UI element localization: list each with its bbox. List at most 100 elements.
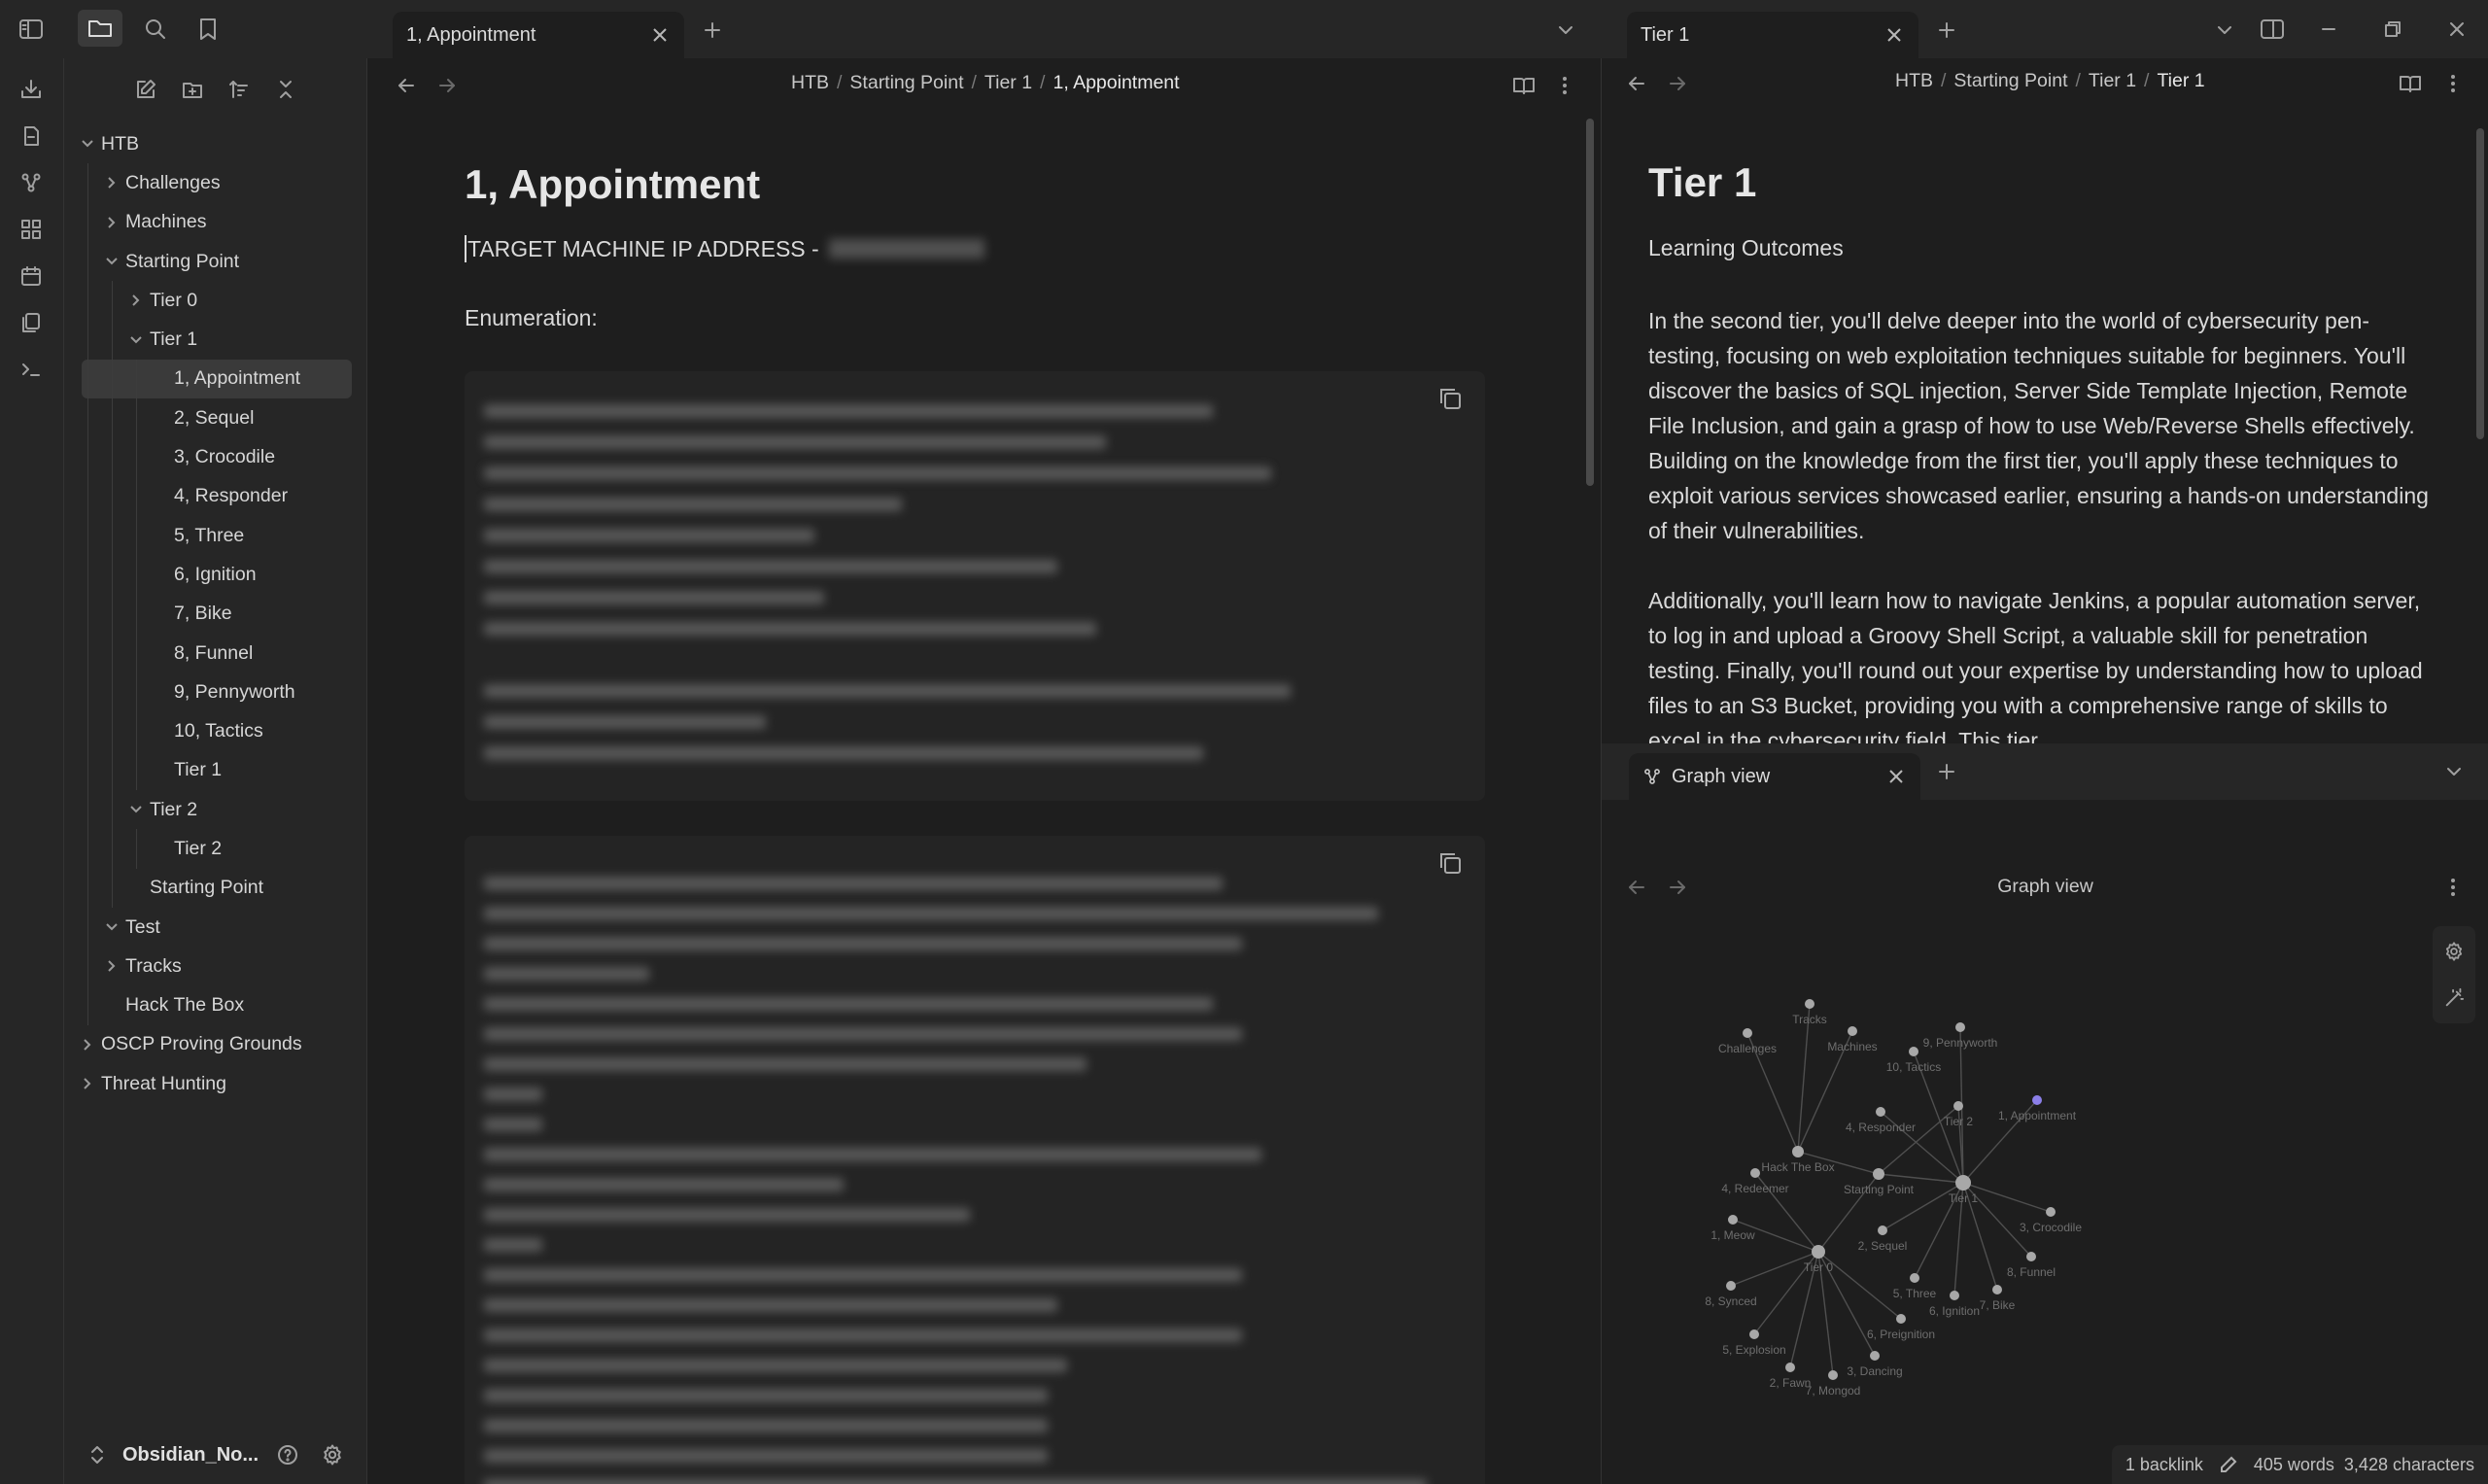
gear-icon[interactable]: [317, 1439, 348, 1470]
file-explorer-icon[interactable]: [78, 10, 122, 47]
tree-item[interactable]: 4, Responder: [64, 476, 367, 516]
tree-item[interactable]: HTB: [64, 124, 367, 163]
chevron-down-icon[interactable]: [80, 136, 95, 152]
tree-item[interactable]: Starting Point: [64, 868, 367, 908]
graph-node-dot[interactable]: [1726, 1281, 1736, 1291]
chevron-right-icon[interactable]: [104, 958, 120, 974]
tree-item[interactable]: Machines: [64, 202, 367, 242]
import-icon[interactable]: [14, 72, 49, 107]
new-tab-icon[interactable]: [1932, 757, 1961, 786]
reading-view-icon[interactable]: [2395, 68, 2426, 99]
new-folder-icon[interactable]: [175, 72, 210, 107]
breadcrumb-item[interactable]: Starting Point: [1953, 70, 2067, 91]
graph-node-dot[interactable]: [1955, 1175, 1971, 1191]
breadcrumb-item[interactable]: 1, Appointment: [1053, 72, 1179, 93]
vault-name[interactable]: Obsidian_No...: [122, 1444, 259, 1467]
new-note-icon[interactable]: [14, 119, 49, 154]
code-block[interactable]: [465, 836, 1485, 1484]
terminal-icon[interactable]: [14, 352, 49, 387]
graph-node-dot[interactable]: [1992, 1285, 2002, 1294]
calendar-icon[interactable]: [14, 259, 49, 293]
chevron-updown-icon[interactable]: [86, 1443, 109, 1467]
copy-icon[interactable]: [1436, 849, 1466, 879]
tab-appointment[interactable]: 1, Appointment: [393, 12, 684, 58]
close-icon[interactable]: [1883, 24, 1905, 46]
graph-node[interactable]: 5, Three: [1893, 1273, 1937, 1300]
tree-item[interactable]: 1, Appointment: [82, 359, 352, 399]
graph-node-dot[interactable]: [1950, 1291, 1959, 1300]
forward-arrow-icon[interactable]: [1662, 68, 1693, 99]
graph-node-dot[interactable]: [1873, 1168, 1884, 1180]
tree-item[interactable]: 7, Bike: [64, 594, 367, 634]
tree-item[interactable]: Tier 0: [64, 281, 367, 321]
sidebar-toggle-icon[interactable]: [14, 14, 49, 45]
graph-node[interactable]: Challenges: [1718, 1028, 1777, 1055]
graph-node-dot[interactable]: [1785, 1363, 1795, 1372]
new-tab-icon[interactable]: [1932, 16, 1961, 45]
tab-list-chevron-icon[interactable]: [2210, 16, 2239, 45]
graph-canvas[interactable]: Challenges Tracks Machines 10, Tactics 9, Pe…: [1602, 800, 2488, 1484]
tree-item[interactable]: Tier 2: [64, 790, 367, 830]
help-icon[interactable]: [272, 1439, 303, 1470]
scrollbar[interactable]: [1586, 119, 1594, 486]
graph-node-dot[interactable]: [2032, 1095, 2042, 1105]
graph-node[interactable]: 3, Dancing: [1847, 1351, 1903, 1378]
graph-view[interactable]: Challenges Tracks Machines 10, Tactics 9, Pe…: [1602, 800, 2488, 1484]
tree-item[interactable]: Test: [64, 907, 367, 948]
tree-item[interactable]: Tier 2: [64, 829, 367, 869]
close-window-icon[interactable]: [2439, 14, 2474, 45]
breadcrumb-item[interactable]: Tier 1: [985, 72, 1032, 93]
graph-node[interactable]: 4, Responder: [1846, 1107, 1916, 1134]
pencil-icon[interactable]: [2219, 1455, 2238, 1474]
graph-node[interactable]: 6, Preignition: [1867, 1314, 1935, 1341]
tree-item[interactable]: 3, Crocodile: [64, 437, 367, 477]
chevron-right-icon[interactable]: [104, 175, 120, 190]
tree-item[interactable]: Tracks: [64, 947, 367, 986]
breadcrumb-item[interactable]: Starting Point: [849, 72, 963, 93]
graph-node-dot[interactable]: [1876, 1107, 1885, 1117]
graph-node-dot[interactable]: [1728, 1215, 1738, 1225]
tree-item[interactable]: 2, Sequel: [64, 398, 367, 438]
restore-icon[interactable]: [2375, 14, 2410, 45]
graph-node-dot[interactable]: [1848, 1026, 1857, 1036]
tree-item[interactable]: 10, Tactics: [64, 711, 367, 751]
chevron-down-icon[interactable]: [104, 919, 120, 935]
graph-node[interactable]: Starting Point: [1844, 1168, 1915, 1196]
graph-node-dot[interactable]: [1750, 1168, 1760, 1178]
more-options-icon[interactable]: [2437, 68, 2469, 99]
collapse-all-icon[interactable]: [268, 72, 303, 107]
tab-graph-view[interactable]: Graph view: [1629, 753, 1920, 800]
graph-node-dot[interactable]: [1870, 1351, 1880, 1361]
search-icon[interactable]: [138, 14, 173, 45]
more-options-icon[interactable]: [1549, 70, 1580, 101]
graph-view-icon[interactable]: [14, 165, 49, 200]
graph-node[interactable]: 3, Crocodile: [2020, 1207, 2082, 1234]
minimize-icon[interactable]: [2311, 14, 2346, 45]
graph-node-dot[interactable]: [1910, 1273, 1919, 1283]
graph-node[interactable]: 2, Sequel: [1858, 1225, 1908, 1253]
close-icon[interactable]: [1885, 766, 1907, 787]
graph-node-dot[interactable]: [1953, 1101, 1963, 1111]
graph-node[interactable]: Machines: [1827, 1026, 1878, 1053]
close-icon[interactable]: [649, 24, 671, 46]
new-tab-icon[interactable]: [698, 16, 727, 45]
backlink-count[interactable]: 1 backlink: [2125, 1455, 2203, 1475]
tab-list-chevron-icon[interactable]: [1551, 16, 1580, 45]
chevron-right-icon[interactable]: [104, 215, 120, 230]
back-arrow-icon[interactable]: [1621, 68, 1652, 99]
tree-item[interactable]: 8, Funnel: [64, 633, 367, 673]
more-options-icon[interactable]: [2437, 872, 2469, 903]
forward-arrow-icon[interactable]: [432, 70, 463, 101]
chevron-down-icon[interactable]: [104, 254, 120, 269]
chevron-down-icon[interactable]: [128, 332, 144, 348]
graph-node-dot[interactable]: [1896, 1314, 1906, 1324]
tree-item[interactable]: 6, Ignition: [64, 555, 367, 595]
graph-node-dot[interactable]: [1812, 1245, 1825, 1259]
graph-node[interactable]: 9, Pennyworth: [1923, 1022, 1998, 1050]
graph-node[interactable]: Tier 2: [1944, 1101, 1974, 1128]
tree-item[interactable]: Threat Hunting: [64, 1064, 367, 1103]
tree-item[interactable]: Hack The Box: [64, 985, 367, 1025]
graph-node-dot[interactable]: [1828, 1370, 1838, 1380]
note-editor[interactable]: TARGET MACHINE IP ADDRESS -: [465, 235, 985, 262]
chevron-right-icon[interactable]: [80, 1076, 95, 1091]
